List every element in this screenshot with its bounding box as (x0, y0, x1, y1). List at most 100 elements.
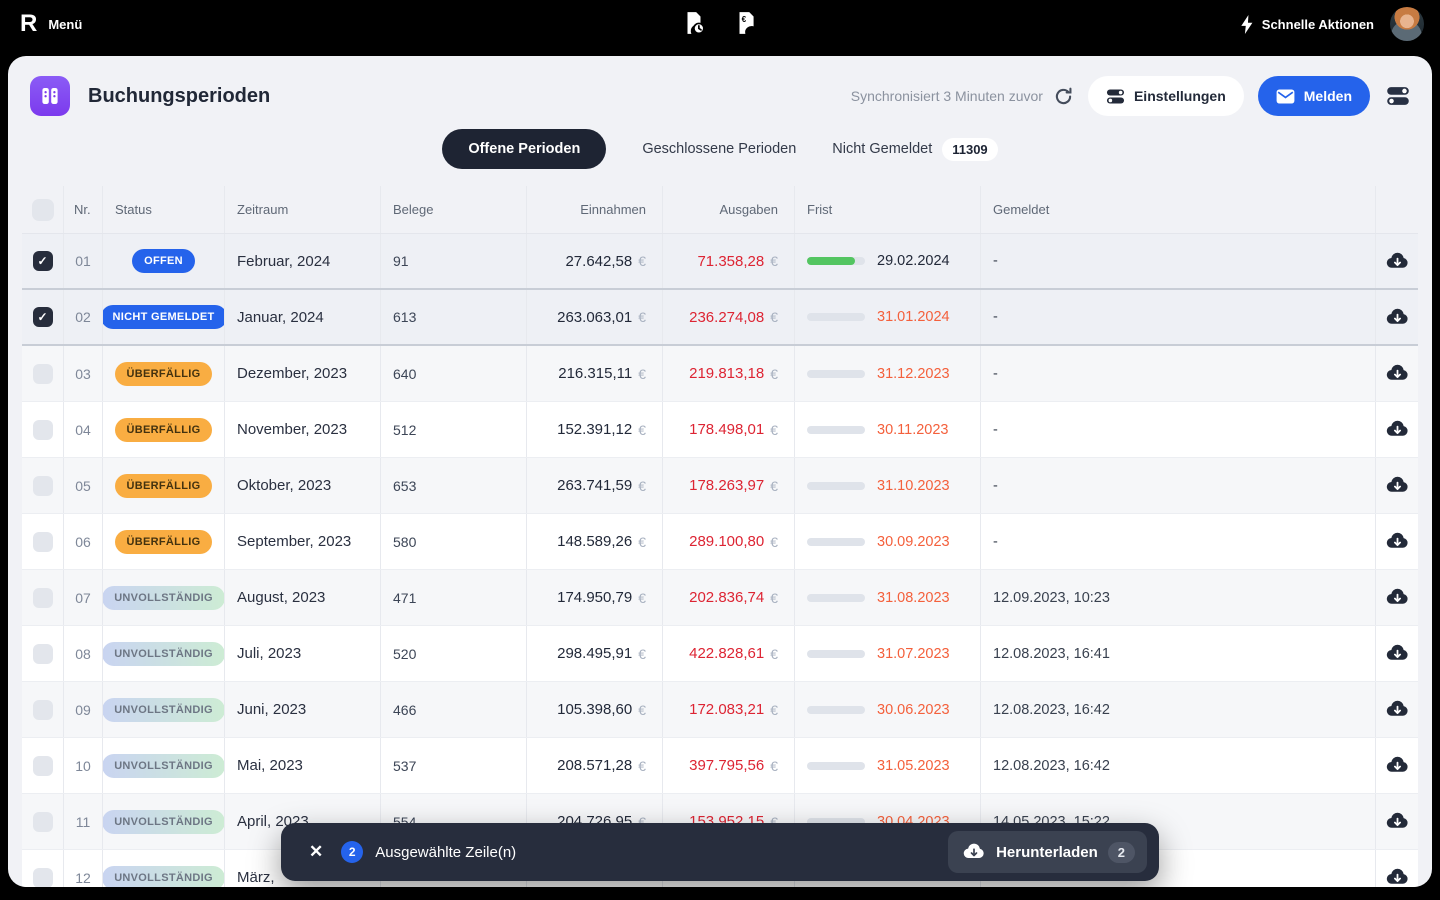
svg-text:€: € (742, 15, 747, 24)
toggles-icon (1106, 87, 1125, 106)
topbar-quick-icons: € (681, 10, 759, 36)
table-row[interactable]: 04 ÜBERFÄLLIG November, 2023 512 152.391… (22, 402, 1418, 458)
tab-nicht-gemeldet[interactable]: Nicht Gemeldet 11309 (832, 138, 997, 161)
ausgaben-value: 236.274,08 (689, 309, 764, 326)
row-download-button[interactable] (1384, 417, 1410, 443)
frist-date: 31.10.2023 (877, 478, 950, 494)
ausgaben-currency: € (770, 366, 778, 382)
ausgaben-value: 397.795,56 (689, 757, 764, 774)
status-badge: ÜBERFÄLLIG (115, 530, 213, 554)
row-checkbox[interactable] (33, 756, 53, 776)
gemeldet-value: - (993, 366, 998, 382)
row-download-button[interactable] (1384, 753, 1410, 779)
row-number: 10 (75, 758, 91, 774)
row-download-button[interactable] (1384, 361, 1410, 387)
settings-button[interactable]: Einstellungen (1088, 76, 1244, 116)
frist-date: 30.09.2023 (877, 534, 950, 550)
row-download-button[interactable] (1384, 473, 1410, 499)
row-download-button[interactable] (1384, 865, 1410, 888)
row-checkbox[interactable] (33, 364, 53, 384)
menu-button[interactable]: Menü (48, 17, 82, 32)
table-row[interactable]: ✓ 02 NICHT GEMELDET Januar, 2024 613 263… (22, 290, 1418, 346)
cloud-download-icon (962, 840, 986, 864)
status-badge: UNVOLLSTÄNDIG (103, 642, 225, 666)
row-number: 07 (75, 590, 91, 606)
row-checkbox[interactable] (33, 868, 53, 888)
belege-value: 471 (393, 590, 416, 606)
row-checkbox[interactable] (33, 700, 53, 720)
row-checkbox[interactable]: ✓ (33, 307, 53, 327)
user-avatar[interactable] (1390, 7, 1424, 41)
report-button[interactable]: Melden (1258, 76, 1370, 116)
tab-geschlossene-perioden[interactable]: Geschlossene Perioden (642, 141, 796, 157)
row-download-button[interactable] (1384, 641, 1410, 667)
ausgaben-currency: € (770, 758, 778, 774)
row-download-button[interactable] (1384, 809, 1410, 835)
table-row[interactable]: ✓ 01 OFFEN Februar, 2024 91 27.642,58€ 7… (22, 234, 1418, 290)
row-number: 04 (75, 422, 91, 438)
belege-value: 613 (393, 309, 416, 325)
table-row[interactable]: 08 UNVOLLSTÄNDIG Juli, 2023 520 298.495,… (22, 626, 1418, 682)
row-checkbox[interactable] (33, 588, 53, 608)
row-download-button[interactable] (1384, 304, 1410, 330)
row-checkbox[interactable] (33, 420, 53, 440)
page-header: Buchungsperioden Synchronisiert 3 Minute… (8, 56, 1432, 116)
belege-value: 640 (393, 366, 416, 382)
table-row[interactable]: 07 UNVOLLSTÄNDIG August, 2023 471 174.95… (22, 570, 1418, 626)
column-header-status: Status (103, 186, 225, 233)
status-badge: UNVOLLSTÄNDIG (103, 586, 225, 610)
zeitraum-value: August, 2023 (237, 589, 325, 606)
selected-count-badge: 2 (341, 841, 363, 863)
settings-label: Einstellungen (1134, 88, 1226, 104)
euro-receipt-scan-icon[interactable]: € (733, 10, 759, 36)
table-row[interactable]: 06 ÜBERFÄLLIG September, 2023 580 148.58… (22, 514, 1418, 570)
frist-date: 31.12.2023 (877, 366, 950, 382)
download-selected-button[interactable]: Herunterladen 2 (948, 831, 1147, 873)
ausgaben-currency: € (770, 590, 778, 606)
einnahmen-currency: € (638, 758, 646, 774)
deadline-progress-bar (807, 650, 865, 658)
ausgaben-value: 178.263,97 (689, 477, 764, 494)
table-row[interactable]: 09 UNVOLLSTÄNDIG Juni, 2023 466 105.398,… (22, 682, 1418, 738)
table-row[interactable]: 10 UNVOLLSTÄNDIG Mai, 2023 537 208.571,2… (22, 738, 1418, 794)
main-card: Buchungsperioden Synchronisiert 3 Minute… (8, 56, 1432, 887)
einnahmen-currency: € (638, 590, 646, 606)
ausgaben-currency: € (770, 309, 778, 325)
row-download-button[interactable] (1384, 529, 1410, 555)
close-selection-icon[interactable]: ✕ (299, 836, 333, 868)
refresh-icon[interactable] (1053, 86, 1074, 107)
belege-value: 512 (393, 422, 416, 438)
envelope-icon (1276, 89, 1295, 104)
table-row[interactable]: 05 ÜBERFÄLLIG Oktober, 2023 653 263.741,… (22, 458, 1418, 514)
row-download-button[interactable] (1384, 697, 1410, 723)
ausgaben-value: 202.836,74 (689, 589, 764, 606)
row-checkbox[interactable] (33, 644, 53, 664)
einnahmen-value: 174.950,79 (557, 589, 632, 606)
tab-offene-perioden[interactable]: Offene Perioden (442, 129, 606, 169)
binders-icon (38, 84, 62, 108)
status-badge: OFFEN (132, 249, 195, 273)
app-logo[interactable]: R (20, 10, 36, 38)
row-checkbox[interactable] (33, 812, 53, 832)
column-header-frist: Frist (795, 186, 981, 233)
view-options-icon[interactable] (1386, 84, 1410, 108)
report-label: Melden (1304, 88, 1352, 104)
row-checkbox[interactable] (33, 476, 53, 496)
row-download-button[interactable] (1384, 585, 1410, 611)
select-all-checkbox[interactable] (32, 199, 54, 221)
quick-actions-button[interactable]: Schnelle Aktionen (1240, 15, 1374, 34)
period-tabs: Offene Perioden Geschlossene Perioden Ni… (8, 128, 1432, 170)
new-document-icon[interactable] (681, 10, 707, 36)
lightning-icon (1240, 15, 1254, 34)
row-checkbox[interactable]: ✓ (33, 251, 53, 271)
row-download-button[interactable] (1384, 248, 1410, 274)
row-number: 09 (75, 702, 91, 718)
table-body: ✓ 01 OFFEN Februar, 2024 91 27.642,58€ 7… (22, 234, 1418, 887)
row-number: 03 (75, 366, 91, 382)
table-row[interactable]: 03 ÜBERFÄLLIG Dezember, 2023 640 216.315… (22, 346, 1418, 402)
frist-date: 31.08.2023 (877, 590, 950, 606)
belege-value: 466 (393, 702, 416, 718)
row-checkbox[interactable] (33, 532, 53, 552)
einnahmen-currency: € (638, 646, 646, 662)
quick-actions-label: Schnelle Aktionen (1262, 17, 1374, 32)
